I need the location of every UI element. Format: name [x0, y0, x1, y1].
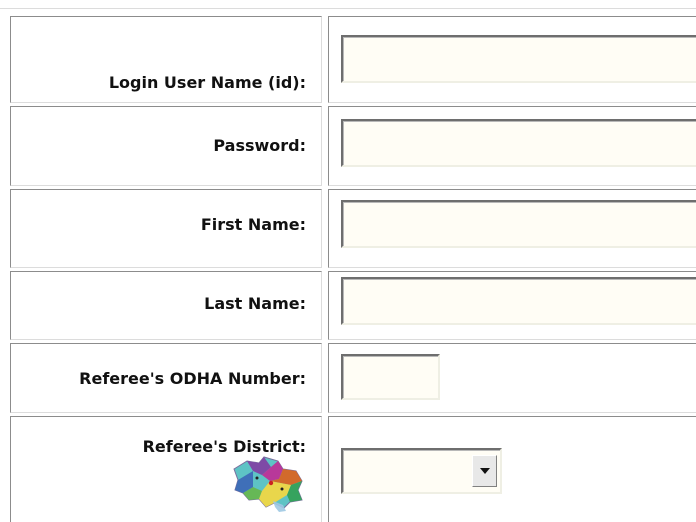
dropdown-arrow-button[interactable] [472, 455, 497, 487]
password-input-cell [328, 106, 696, 186]
login-username-input[interactable] [341, 35, 696, 83]
chevron-down-icon [479, 468, 490, 474]
referee-odha-input[interactable] [341, 354, 440, 400]
password-label: Password: [213, 136, 306, 155]
login-username-label-cell: Login User Name (id): [10, 16, 322, 103]
referee-district-input-cell [328, 416, 696, 522]
login-username-label: Login User Name (id): [108, 73, 306, 92]
last-name-input[interactable] [341, 277, 696, 325]
last-name-label-cell: Last Name: [10, 271, 322, 340]
first-name-input[interactable] [341, 200, 696, 248]
top-divider [0, 8, 696, 9]
last-name-input-cell [328, 271, 696, 340]
first-name-label-cell: First Name: [10, 189, 322, 268]
referee-odha-input-cell [328, 343, 696, 413]
referee-district-label-cell: Referee's District: [10, 416, 322, 522]
password-input[interactable] [341, 119, 696, 167]
first-name-label: First Name: [200, 215, 306, 234]
registration-form-page: Login User Name (id): Password: First Na… [0, 0, 696, 522]
first-name-input-cell [328, 189, 696, 268]
login-username-input-cell [328, 16, 696, 103]
district-map-icon [233, 456, 303, 512]
last-name-label: Last Name: [204, 294, 306, 313]
password-label-cell: Password: [10, 106, 322, 186]
referee-odha-label: Referee's ODHA Number: [79, 369, 306, 388]
referee-district-select[interactable] [341, 448, 502, 494]
referee-odha-label-cell: Referee's ODHA Number: [10, 343, 322, 413]
